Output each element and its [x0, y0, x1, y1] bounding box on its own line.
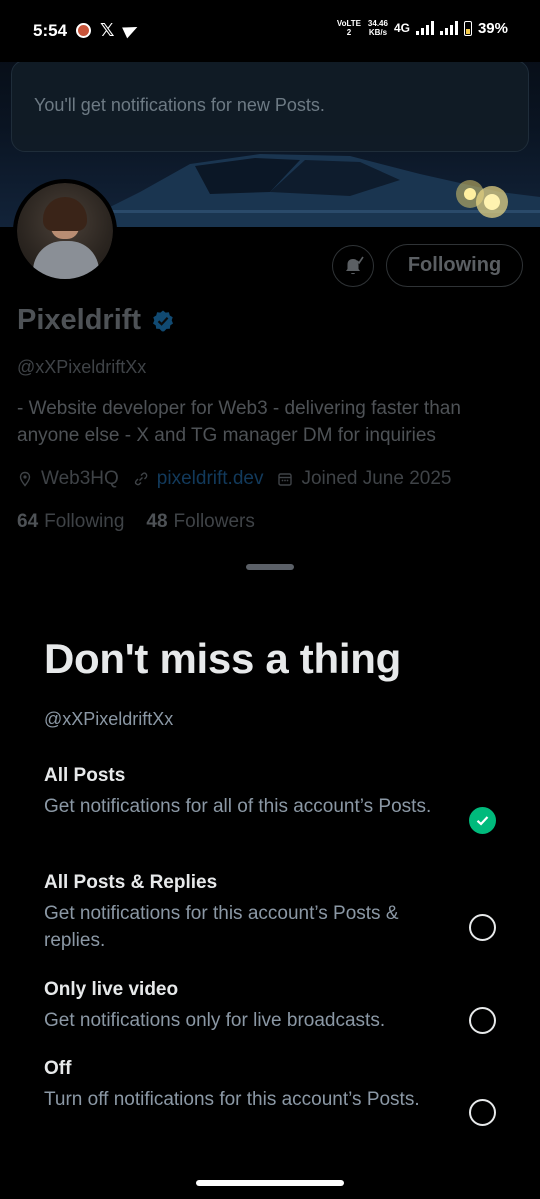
sheet-handle: @xXPixeldriftXx	[44, 709, 174, 729]
option-description: Get notifications for all of this accoun…	[44, 796, 432, 817]
profile-joined-date: Joined June 2025	[301, 468, 452, 489]
banner-car-image	[100, 154, 540, 227]
home-indicator[interactable]	[196, 1180, 344, 1186]
following-count: 64	[17, 511, 39, 532]
radio-selected[interactable]	[469, 807, 496, 834]
calendar-icon	[278, 473, 293, 486]
following-label: Following	[44, 511, 125, 532]
status-bar: 5:54 𝕏 VoLTE2 34.46 KB/s 4G 39%	[0, 0, 540, 62]
battery-percent: 39%	[477, 19, 508, 37]
app-notification-icon	[76, 22, 91, 38]
profile-meta: Web3HQ pixeldrift.dev Joined June 2025	[17, 468, 465, 490]
profile-location: Web3HQ	[41, 468, 119, 489]
option-only-live-video[interactable]: Only live video Get notifications only f…	[44, 979, 496, 1034]
notification-settings-sheet: Don't miss a thing @xXPixeldriftXx All P…	[0, 548, 540, 1199]
profile-handle: @xXPixeldriftXx	[17, 357, 147, 377]
option-description: Turn off notifications for this account’…	[44, 1089, 420, 1110]
radio-unselected[interactable]	[469, 1007, 496, 1034]
followers-stat[interactable]: 48 Followers	[146, 511, 254, 533]
following-stat[interactable]: 64 Following	[17, 511, 124, 533]
checkmark-icon	[476, 816, 489, 826]
profile-website-link[interactable]: pixeldrift.dev	[157, 468, 264, 490]
option-description: Get notifications for this account’s Pos…	[44, 903, 399, 951]
sheet-drag-handle[interactable]	[246, 564, 294, 570]
battery-icon	[463, 20, 472, 36]
telegram-icon	[121, 21, 140, 39]
volte-indicator: VoLTE2	[336, 19, 361, 37]
following-button[interactable]: Following	[386, 244, 523, 287]
option-all-posts[interactable]: All Posts Get notifications for all of t…	[44, 765, 496, 834]
link-icon	[134, 472, 148, 486]
profile-name-row: Pixeldrift	[17, 304, 175, 337]
option-off[interactable]: Off Turn off notifications for this acco…	[44, 1058, 496, 1126]
status-system-icons: VoLTE2 34.46 KB/s 4G 39%	[336, 19, 508, 37]
followers-label: Followers	[173, 511, 255, 532]
network-speed-value: 34.46	[367, 19, 388, 28]
option-description: Get notifications only for live broadcas…	[44, 1010, 386, 1031]
option-title: All Posts	[44, 765, 126, 786]
x-logo-icon: 𝕏	[100, 20, 115, 40]
option-title: Off	[44, 1058, 72, 1079]
signal-icon	[415, 21, 434, 35]
status-time: 5:54	[33, 21, 68, 40]
location-icon	[19, 471, 31, 487]
network-speed-unit: KB/s	[368, 28, 388, 37]
sheet-title: Don't miss a thing	[44, 635, 401, 682]
profile-stats: 64 Following 48 Followers	[17, 511, 255, 533]
verified-badge-icon	[153, 310, 174, 331]
bell-check-icon	[346, 256, 364, 275]
notification-bell-button[interactable]	[332, 245, 374, 287]
network-type: 4G	[393, 21, 410, 35]
option-title: Only live video	[44, 979, 179, 1000]
option-all-posts-replies[interactable]: All Posts & Replies Get notifications fo…	[44, 872, 496, 954]
status-notification-icons: 𝕏	[76, 20, 140, 40]
avatar[interactable]	[13, 179, 117, 283]
network-speed: 34.46 KB/s	[368, 19, 388, 37]
notification-toast: You'll get notifications for new Posts.	[11, 60, 529, 152]
signal-icon	[439, 21, 458, 35]
toast-text: You'll get notifications for new Posts.	[34, 95, 325, 115]
option-title: All Posts & Replies	[44, 872, 218, 893]
followers-count: 48	[146, 511, 168, 532]
radio-unselected[interactable]	[469, 914, 496, 941]
radio-unselected[interactable]	[469, 1099, 496, 1126]
profile-name: Pixeldrift	[17, 304, 142, 336]
profile-bio: - Website developer for Web3 - deliverin…	[17, 398, 461, 446]
